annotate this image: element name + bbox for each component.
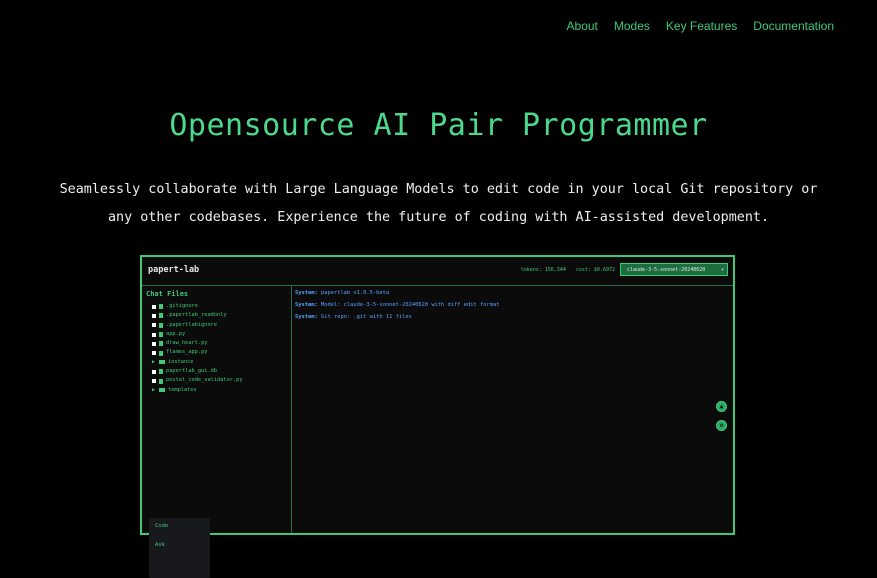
app-topbar: papert-lab tokens: 156,344 cost: $0.6972…	[142, 257, 733, 286]
system-message: System: papertlab v1.0.5-beta	[295, 290, 389, 296]
upload-icon: ▲	[719, 403, 724, 410]
file-name: papertlab_gui.db	[166, 368, 218, 375]
message-text: Git repo: .git with 11 files	[320, 314, 412, 320]
folder-item[interactable]: ▶ templates	[152, 386, 243, 395]
hero-title: Opensource AI Pair Programmer	[169, 108, 708, 143]
settings-button[interactable]: ⚙	[716, 420, 727, 431]
file-checkbox[interactable]	[152, 332, 156, 337]
file-name: app.py	[166, 330, 186, 337]
file-item[interactable]: flames_app.py	[152, 348, 243, 357]
file-name: draw_heart.py	[166, 340, 208, 347]
mode-menu: Code Ask	[149, 518, 210, 578]
file-icon	[159, 304, 163, 310]
file-name: postal_code_validator.py	[166, 377, 243, 384]
message-prefix: System:	[295, 302, 318, 308]
file-item[interactable]: .gitignore	[152, 302, 243, 311]
message-prefix: System:	[295, 290, 318, 296]
cost-value: cost: $0.6972	[575, 267, 615, 273]
file-icon	[159, 350, 163, 356]
file-icon	[159, 332, 163, 338]
file-checkbox[interactable]	[152, 313, 156, 318]
file-name: flames_app.py	[166, 349, 208, 356]
file-name: .gitignore	[166, 303, 198, 309]
system-message: System: Git repo: .git with 11 files	[295, 314, 412, 320]
file-checkbox[interactable]	[152, 341, 156, 346]
sidebar-title: Chat Files	[146, 290, 189, 298]
nav-key-features[interactable]: Key Features	[666, 19, 737, 33]
hero-subtitle-line1: Seamlessly collaborate with Large Langua…	[59, 182, 818, 197]
message-prefix: System:	[295, 314, 318, 320]
file-icon	[159, 322, 163, 328]
file-icon	[159, 369, 163, 375]
chat-panel: System: papertlab v1.0.5-beta System: Mo…	[292, 285, 733, 533]
file-checkbox[interactable]	[152, 369, 156, 374]
file-checkbox[interactable]	[152, 304, 156, 309]
file-item[interactable]: app.py	[152, 330, 243, 339]
top-nav: About Modes Key Features Documentation	[567, 19, 834, 33]
file-item[interactable]: .papertlab_readonly	[152, 311, 243, 320]
upload-button[interactable]: ▲	[716, 401, 727, 412]
file-icon	[159, 313, 163, 319]
sidebar: Chat Files .gitignore .papertlab_readonly…	[142, 285, 292, 578]
model-select[interactable]: claude-3-5-sonnet-20240620 ▾	[620, 263, 728, 276]
gear-icon: ⚙	[719, 422, 724, 429]
file-item[interactable]: papertlab_gui.db	[152, 367, 243, 376]
hero-subtitle: Seamlessly collaborate with Large Langua…	[40, 176, 837, 232]
nav-documentation[interactable]: Documentation	[753, 19, 834, 33]
hero-subtitle-line2: any other codebases. Experience the futu…	[107, 210, 770, 225]
file-icon	[159, 341, 163, 347]
mode-ask[interactable]: Ask	[155, 542, 165, 548]
nav-about[interactable]: About	[567, 19, 598, 33]
file-name: .papertlabignore	[166, 321, 218, 328]
message-text: Model: claude-3-5-sonnet-20240620 with d…	[320, 302, 500, 308]
chevron-right-icon[interactable]: ▶	[152, 386, 156, 395]
chevron-right-icon[interactable]: ▶	[152, 358, 156, 367]
app-preview: papert-lab tokens: 156,344 cost: $0.6972…	[140, 255, 735, 578]
file-list: .gitignore .papertlab_readonly .papertlabi…	[152, 302, 243, 395]
file-checkbox[interactable]	[152, 379, 156, 384]
usage-meta: tokens: 156,344 cost: $0.6972	[514, 267, 615, 273]
file-checkbox[interactable]	[152, 351, 156, 356]
file-icon	[159, 378, 163, 384]
file-name: .papertlab_readonly	[166, 312, 227, 319]
file-item[interactable]: postal_code_validator.py	[152, 376, 243, 385]
file-name: templates	[168, 386, 197, 393]
system-message: System: Model: claude-3-5-sonnet-2024062…	[295, 302, 499, 308]
file-item[interactable]: .papertlabignore	[152, 321, 243, 330]
tokens-count: tokens: 156,344	[520, 267, 566, 273]
nav-modes[interactable]: Modes	[614, 19, 650, 33]
message-text: papertlab v1.0.5-beta	[320, 290, 390, 296]
app-name: papert-lab	[148, 265, 200, 275]
folder-item[interactable]: ▶ instance	[152, 358, 243, 367]
file-checkbox[interactable]	[152, 323, 156, 328]
file-item[interactable]: draw_heart.py	[152, 339, 243, 348]
folder-icon	[159, 388, 165, 393]
chevron-down-icon: ▾	[720, 267, 724, 273]
mode-code[interactable]: Code	[155, 523, 168, 529]
model-select-value: claude-3-5-sonnet-20240620	[627, 267, 706, 273]
folder-icon	[159, 360, 165, 365]
file-name: instance	[168, 358, 194, 365]
